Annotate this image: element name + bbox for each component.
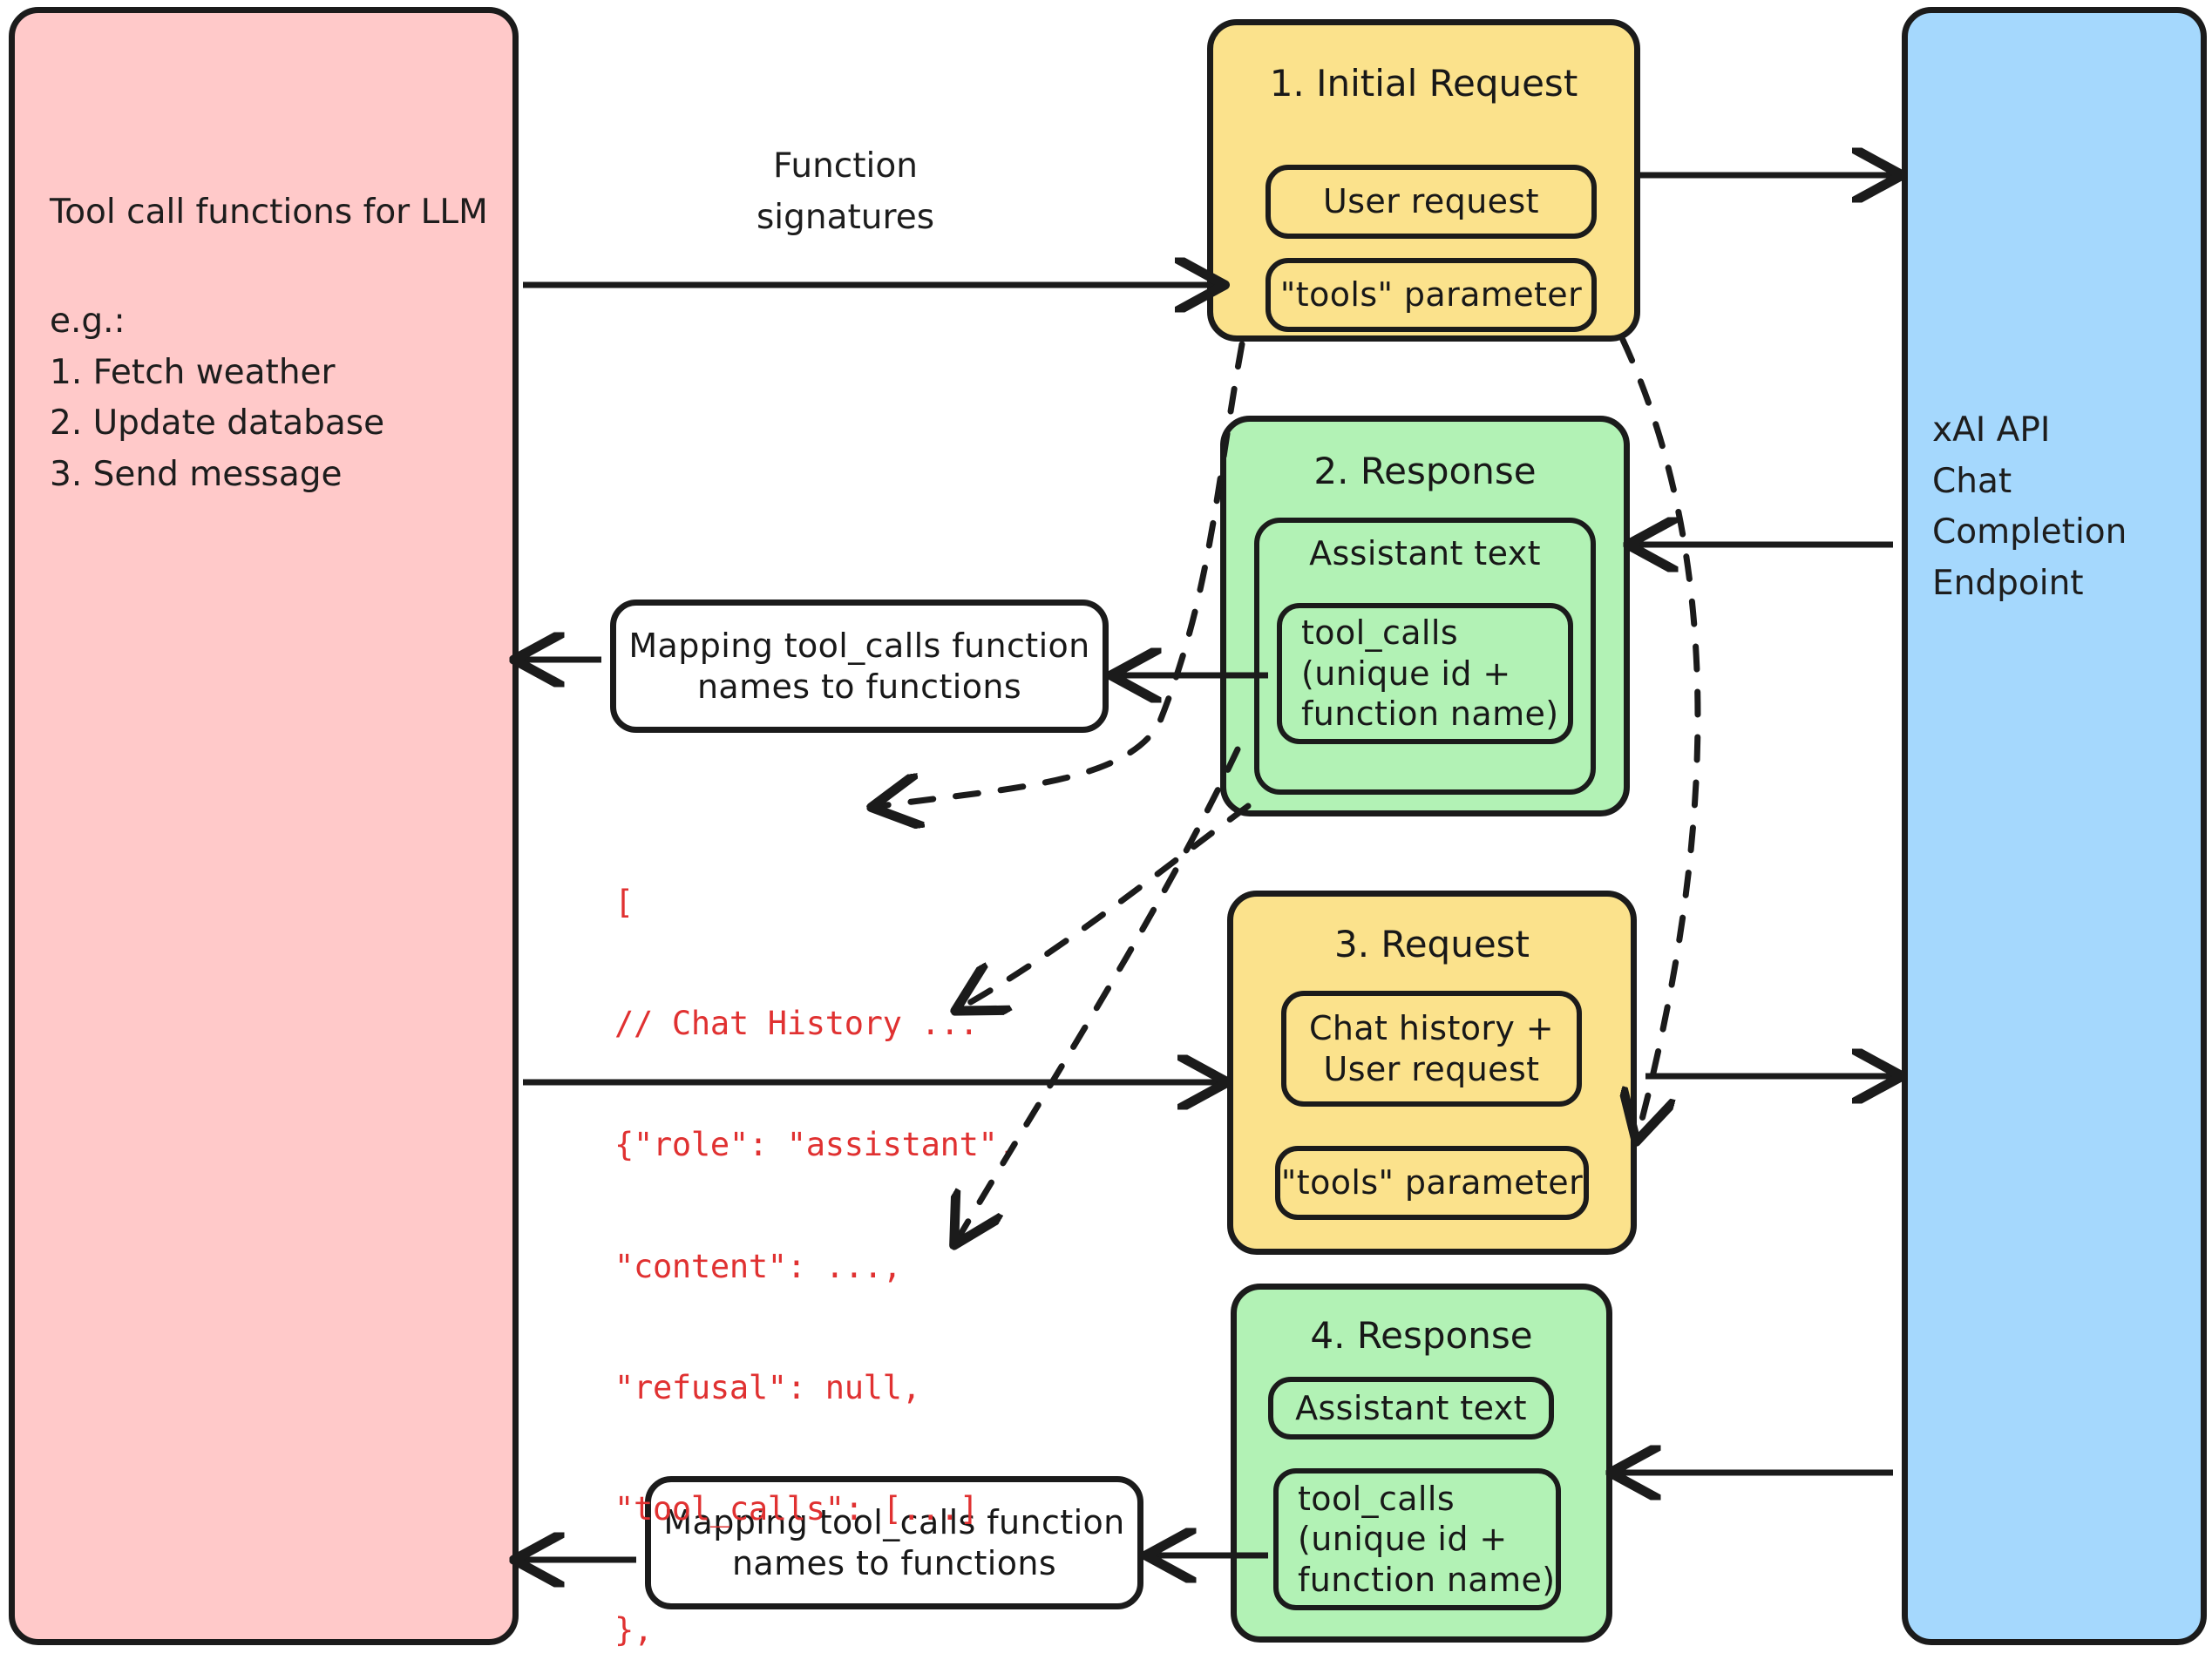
step-4-response: 4. Response Assistant text tool_calls (u… (1231, 1284, 1612, 1643)
step-2-assistant-text: Assistant text (1309, 534, 1541, 572)
code-line-4: "content": ..., (614, 1247, 902, 1285)
examples-label: e.g.: (50, 301, 126, 341)
example-item-1: 1. Fetch weather (50, 352, 336, 392)
step-2-title: 2. Response (1313, 450, 1537, 492)
chat-history-json-code: [ // Chat History ... {"role": "assistan… (614, 802, 1017, 1653)
tool-functions-heading: Tool call functions for LLM (50, 193, 488, 232)
step-4-title: 4. Response (1310, 1314, 1533, 1357)
step-4-tool-calls: tool_calls (unique id + function name) (1273, 1468, 1561, 1610)
step-1-tools-parameter: "tools" parameter (1265, 258, 1597, 332)
endpoint-line-3: Endpoint (1932, 563, 2084, 603)
mapping-box-top: Mapping tool_calls function names to fun… (610, 600, 1109, 733)
endpoint-line-1: xAI API (1932, 410, 2051, 450)
step-1-title: 1. Initial Request (1269, 62, 1578, 105)
step-3-request: 3. Request Chat history + User request "… (1227, 891, 1637, 1255)
tool-functions-examples: e.g.: 1. Fetch weather 2. Update databas… (50, 296, 503, 500)
step-3-title: 3. Request (1333, 923, 1530, 965)
code-line-6: "tool_calls": [...] (614, 1490, 979, 1528)
function-signatures-label: Function signatures (756, 146, 935, 237)
step-1-initial-request: 1. Initial Request User request "tools" … (1207, 19, 1640, 342)
xai-api-endpoint-label: xAI API Chat Completion Endpoint (1932, 405, 2211, 609)
code-line-3: {"role": "assistant", (614, 1126, 1017, 1164)
code-line-5: "refusal": null, (614, 1368, 921, 1406)
code-line-1: [ (614, 883, 634, 921)
step-3-chat-history-user-request: Chat history + User request (1281, 991, 1582, 1107)
endpoint-line-2: Chat Completion (1932, 461, 2127, 552)
step-4-assistant-text: Assistant text (1268, 1377, 1554, 1440)
step-3-tools-parameter: "tools" parameter (1275, 1146, 1589, 1220)
step-2-response: 2. Response Assistant text tool_calls (u… (1220, 416, 1630, 816)
xai-api-endpoint-panel: xAI API Chat Completion Endpoint (1902, 7, 2207, 1645)
code-line-2: // Chat History ... (614, 1005, 979, 1043)
step-1-user-request: User request (1265, 165, 1597, 239)
example-item-3: 3. Send message (50, 454, 343, 494)
tool-functions-panel: Tool call functions for LLM e.g.: 1. Fet… (9, 7, 519, 1645)
dashed-arrow-tools-to-code-top (880, 341, 1245, 806)
step-2-tool-calls: tool_calls (unique id + function name) (1277, 603, 1573, 744)
example-item-2: 2. Update database (50, 403, 385, 443)
code-line-7: }, (614, 1611, 653, 1650)
diagram-canvas: Tool call functions for LLM e.g.: 1. Fet… (0, 0, 2212, 1653)
